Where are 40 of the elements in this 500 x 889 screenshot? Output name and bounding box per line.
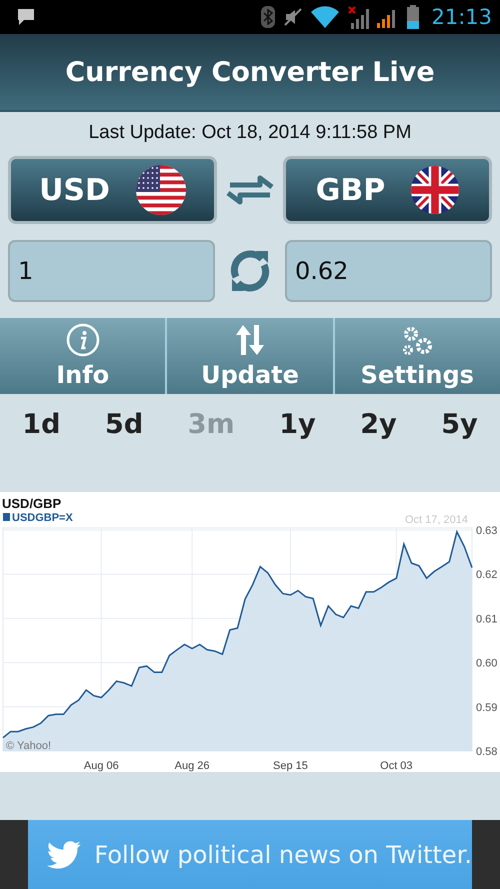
x-axis-label: Aug 26 (174, 760, 210, 772)
up-down-arrows-icon (234, 323, 266, 357)
result-field[interactable]: 0.62 (285, 240, 492, 302)
period-tab[interactable]: 1d (14, 408, 68, 440)
wifi-icon (311, 6, 340, 28)
swap-arrows-icon[interactable] (226, 173, 274, 207)
chart-credit: © Yahoo! (6, 740, 52, 752)
bluetooth-icon (261, 6, 276, 28)
y-axis-label: 0.63 (476, 525, 498, 537)
nav-button[interactable]: Info (0, 318, 168, 394)
period-tab[interactable]: 5d (97, 408, 152, 440)
legend-label: USDGBP=X (12, 512, 73, 524)
y-axis-label: 0.61 (476, 613, 498, 626)
period-tab[interactable]: 5y (433, 408, 486, 440)
nav-button[interactable]: Settings (334, 318, 500, 394)
last-update-text: Last Update: Oct 18, 2014 9:11:58 PM (88, 122, 412, 144)
clock: 21:13 (431, 5, 492, 29)
battery-icon (407, 5, 420, 29)
x-axis-label: Aug 06 (84, 760, 119, 772)
flag-icon (411, 166, 460, 214)
legend-swatch (3, 513, 10, 521)
signal-icon (347, 5, 370, 29)
app-title: Currency Converter Live (65, 56, 435, 88)
x-axis-label: Oct 03 (380, 760, 413, 772)
nav-button[interactable]: Update (167, 318, 335, 394)
y-axis-label: 0.58 (476, 746, 498, 758)
currency-button[interactable]: GBP (283, 156, 492, 224)
y-axis-label: 0.60 (476, 658, 498, 670)
info-icon (66, 323, 100, 357)
amount-field[interactable]: 1 (8, 240, 215, 302)
period-tab[interactable]: 2y (352, 408, 405, 440)
x-axis-label: Sep 15 (273, 760, 308, 772)
chat-icon (16, 8, 36, 26)
currency-button[interactable]: USD (8, 156, 217, 224)
y-axis-label: 0.62 (476, 569, 498, 582)
muted-speaker-icon (283, 7, 304, 27)
ad-text: Follow political news on Twitter. (94, 840, 472, 868)
period-tab[interactable]: 1y (271, 408, 324, 440)
y-axis-label: 0.59 (476, 702, 498, 714)
chart-title: USD/GBP (2, 496, 62, 511)
